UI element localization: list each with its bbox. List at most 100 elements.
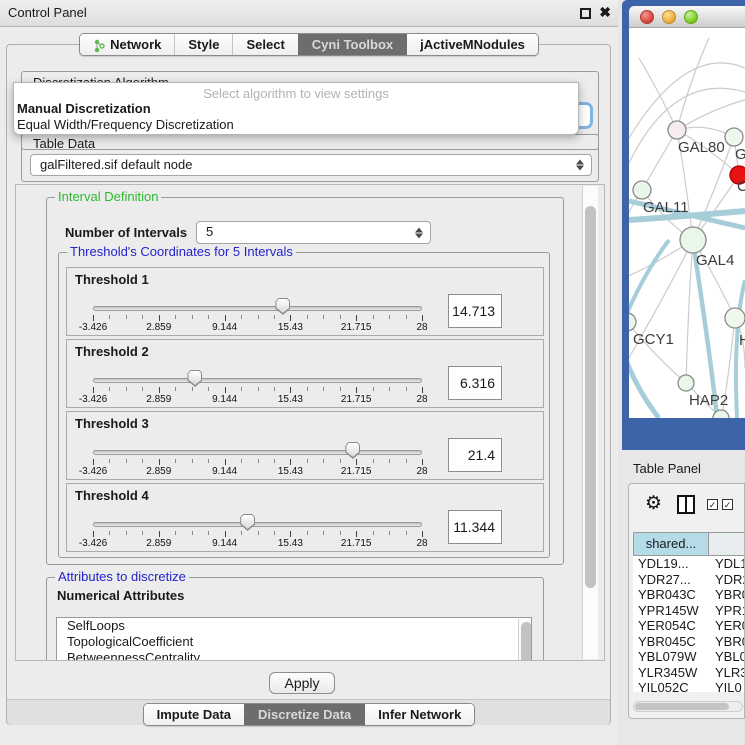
attribute-list-item[interactable]: TopologicalCoefficient: [57, 634, 531, 650]
slider-tick-label: 21.715: [331, 538, 381, 549]
tab-infer-network[interactable]: Infer Network: [364, 704, 474, 725]
bottom-tab-bar: Impute Data Discretize Data Infer Networ…: [0, 703, 618, 726]
network-edge[interactable]: [677, 100, 745, 130]
network-node[interactable]: [725, 308, 745, 328]
column-layout-icon[interactable]: [677, 495, 695, 514]
top-tab-bar: Network Style Select Cyni Toolbox jActiv…: [0, 33, 618, 56]
network-node[interactable]: [629, 313, 636, 331]
network-node[interactable]: [680, 227, 706, 253]
network-view[interactable]: GAL80GACGAL11GAL4GCY1HHAP2: [629, 28, 745, 418]
slider-tick: [340, 531, 341, 535]
network-edge-highlighted[interactable]: [629, 358, 659, 418]
slider-tick: [373, 459, 374, 463]
slider-tick: [208, 531, 209, 535]
slider-tick: [290, 387, 291, 393]
network-edge[interactable]: [642, 130, 677, 190]
network-node-label: H: [739, 332, 745, 349]
zoom-traffic-light-icon[interactable]: [684, 10, 698, 24]
column-header-name[interactable]: na: [709, 532, 745, 556]
network-edge-highlighted[interactable]: [629, 240, 669, 318]
table-row[interactable]: YBR043CYBR0: [633, 587, 745, 603]
slider-thumb[interactable]: [275, 298, 290, 315]
table-row[interactable]: YDR27...YDR2: [633, 572, 745, 588]
slider-thumb[interactable]: [345, 442, 360, 459]
table-data-combo[interactable]: galFiltered.sif default node: [30, 154, 592, 176]
network-node[interactable]: [668, 121, 686, 139]
table-row[interactable]: YBR045CYBR0: [633, 634, 745, 650]
network-node[interactable]: [633, 181, 651, 199]
close-traffic-light-icon[interactable]: [640, 10, 654, 24]
tab-discretize-data[interactable]: Discretize Data: [244, 704, 364, 725]
threshold-3-panel: Threshold 3 -3.4262.8599.14415.4321.7152…: [66, 411, 544, 480]
combo-stepper-icon: [576, 160, 584, 171]
table-horizontal-scrollbar[interactable]: [633, 701, 743, 712]
table-row[interactable]: YBL079WYBL0: [633, 649, 745, 665]
slider-tick: [175, 459, 176, 463]
network-node-label: GCY1: [633, 331, 674, 348]
tab-cyni-toolbox[interactable]: Cyni Toolbox: [298, 34, 406, 55]
slider-tick-label: 9.144: [200, 538, 250, 549]
slider-tick: [340, 387, 341, 391]
threshold-1-panel: Threshold 1 -3.4262.8599.14415.4321.7152…: [66, 267, 544, 336]
slider-tick: [159, 387, 160, 393]
slider-tick: [142, 531, 143, 535]
slider-tick: [208, 387, 209, 391]
slider-tick: [208, 315, 209, 319]
threshold-4-panel: Threshold 4 -3.4262.8599.14415.4321.7152…: [66, 483, 544, 552]
close-icon[interactable]: ✖: [599, 4, 611, 21]
gear-icon[interactable]: ⚙: [645, 492, 662, 515]
slider-tick: [109, 531, 110, 535]
network-node-label: C: [737, 178, 745, 195]
algorithm-option-manual[interactable]: Manual Discretization: [14, 101, 578, 117]
network-edge[interactable]: [677, 38, 709, 130]
minimize-traffic-light-icon[interactable]: [662, 10, 676, 24]
network-node-label: GAL4: [696, 252, 734, 269]
float-window-icon[interactable]: [580, 8, 591, 19]
slider-tick: [241, 315, 242, 319]
threshold-2-panel: Threshold 2 -3.4262.8599.14415.4321.7152…: [66, 339, 544, 408]
algorithm-placeholder-option[interactable]: Select algorithm to view settings: [14, 83, 578, 101]
slider-tick: [126, 387, 127, 391]
column-header-shared-name[interactable]: shared...: [633, 532, 709, 556]
slider-thumb[interactable]: [187, 370, 202, 387]
tab-network-label: Network: [110, 34, 161, 55]
threshold-1-value-field[interactable]: 14.713: [448, 294, 502, 328]
slider-tick: [406, 459, 407, 463]
checkbox-icon[interactable]: ✓: [707, 499, 718, 510]
table-row[interactable]: YLR345WYLR3: [633, 665, 745, 681]
network-node[interactable]: [725, 128, 743, 146]
network-window-titlebar[interactable]: [629, 6, 745, 28]
number-of-intervals-combo[interactable]: 5: [196, 221, 431, 244]
slider-track: [93, 306, 422, 311]
tab-style[interactable]: Style: [174, 34, 232, 55]
tab-jactivemnodules[interactable]: jActiveMNodules: [406, 34, 538, 55]
slider-tick-label: 15.43: [265, 322, 315, 333]
slider-thumb[interactable]: [240, 514, 255, 531]
table-row[interactable]: YIL052CYIL0: [633, 680, 745, 692]
settings-scrollbar[interactable]: [582, 186, 598, 659]
apply-button[interactable]: Apply: [269, 672, 335, 694]
table-row[interactable]: YPR145WYPR1: [633, 603, 745, 619]
table-row[interactable]: YER054CYER0: [633, 618, 745, 634]
numerical-attributes-list[interactable]: SelfLoopsTopologicalCoefficientBetweenne…: [56, 617, 532, 661]
network-node[interactable]: [678, 375, 694, 391]
tab-impute-data[interactable]: Impute Data: [144, 704, 244, 725]
checkbox-icon[interactable]: ✓: [722, 499, 733, 510]
table-row[interactable]: YDL19...YDL1: [633, 556, 745, 572]
slider-tick: [373, 531, 374, 535]
attribute-list-item[interactable]: SelfLoops: [57, 618, 531, 634]
attribute-list-item[interactable]: BetweennessCentrality: [57, 650, 531, 661]
tab-select[interactable]: Select: [232, 34, 297, 55]
network-edge[interactable]: [686, 240, 693, 383]
tab-network[interactable]: Network: [80, 34, 174, 55]
slider-tick: [126, 531, 127, 535]
slider-tick: [241, 387, 242, 391]
threshold-2-value-field[interactable]: 6.316: [448, 366, 502, 400]
algorithm-option-equal-width[interactable]: Equal Width/Frequency Discretization: [14, 117, 578, 133]
threshold-4-value-field[interactable]: 11.344: [448, 510, 502, 544]
list-scrollbar[interactable]: [518, 619, 531, 661]
threshold-3-value-field[interactable]: 21.4: [448, 438, 502, 472]
slider-tick-label: 2.859: [134, 394, 184, 405]
slider-tick: [406, 387, 407, 391]
node-table-box: ⚙ ✓ ✓ shared... na YDL19...YDL1YDR27...Y…: [628, 483, 745, 719]
